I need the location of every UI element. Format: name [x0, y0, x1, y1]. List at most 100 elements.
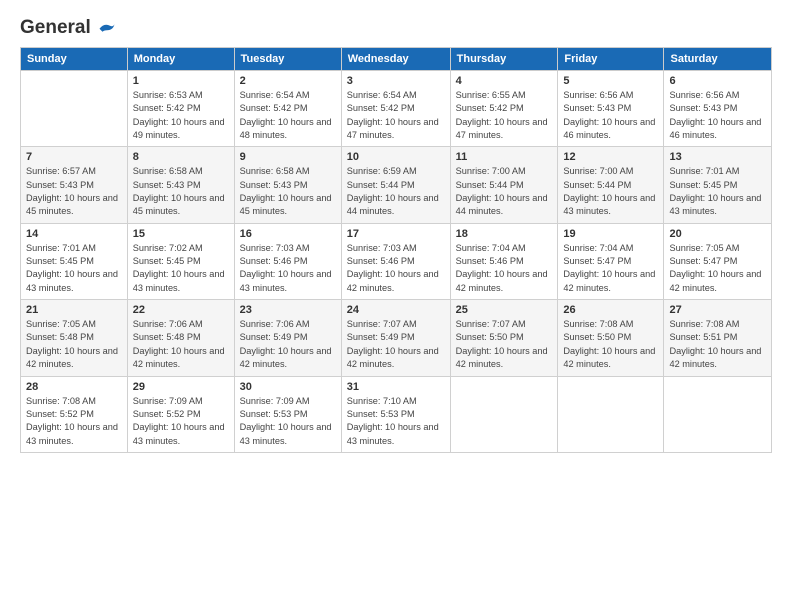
calendar-cell — [450, 376, 558, 452]
day-number: 9 — [240, 151, 336, 163]
day-number: 30 — [240, 381, 336, 393]
day-number: 13 — [669, 151, 766, 163]
calendar-cell: 21 Sunrise: 7:05 AM Sunset: 5:48 PM Dayli… — [21, 300, 128, 376]
calendar-cell: 24Sunrise: 7:07 AM Sunset: 5:49 PM Dayli… — [341, 300, 450, 376]
day-info: Sunrise: 7:09 AM Sunset: 5:52 PM Dayligh… — [133, 395, 229, 448]
calendar-cell — [664, 376, 772, 452]
day-number: 7 — [26, 151, 122, 163]
logo-bird-icon — [98, 19, 116, 37]
calendar-cell: 12 Sunrise: 7:00 AM Sunset: 5:44 PM Dayli… — [558, 147, 664, 223]
calendar-week-4: 21 Sunrise: 7:05 AM Sunset: 5:48 PM Dayli… — [21, 300, 772, 376]
day-number: 15 — [133, 228, 229, 240]
day-info: Sunrise: 7:08 AM Sunset: 5:51 PM Dayligh… — [669, 318, 766, 371]
page: General SundayMondayTuesdayWednesdayThur… — [0, 0, 792, 612]
day-info: Sunrise: 7:06 AM Sunset: 5:48 PM Dayligh… — [133, 318, 229, 371]
calendar-cell: 17 Sunrise: 7:03 AM Sunset: 5:46 PM Dayli… — [341, 223, 450, 299]
day-info: Sunrise: 6:56 AM Sunset: 5:43 PM Dayligh… — [563, 89, 658, 142]
calendar-cell: 1 Sunrise: 6:53 AM Sunset: 5:42 PM Daylig… — [127, 71, 234, 147]
calendar-cell: 15 Sunrise: 7:02 AM Sunset: 5:45 PM Dayli… — [127, 223, 234, 299]
day-number: 26 — [563, 304, 658, 316]
day-info: Sunrise: 7:06 AM Sunset: 5:49 PM Dayligh… — [240, 318, 336, 371]
day-number: 16 — [240, 228, 336, 240]
day-info: Sunrise: 7:03 AM Sunset: 5:46 PM Dayligh… — [347, 242, 445, 295]
day-number: 20 — [669, 228, 766, 240]
logo-line1: General — [20, 18, 116, 37]
day-number: 23 — [240, 304, 336, 316]
day-info: Sunrise: 7:04 AM Sunset: 5:47 PM Dayligh… — [563, 242, 658, 295]
day-info: Sunrise: 6:54 AM Sunset: 5:42 PM Dayligh… — [347, 89, 445, 142]
day-number: 22 — [133, 304, 229, 316]
day-info: Sunrise: 7:00 AM Sunset: 5:44 PM Dayligh… — [563, 165, 658, 218]
day-number: 25 — [456, 304, 553, 316]
day-info: Sunrise: 6:53 AM Sunset: 5:42 PM Dayligh… — [133, 89, 229, 142]
day-info: Sunrise: 6:57 AM Sunset: 5:43 PM Dayligh… — [26, 165, 122, 218]
calendar-cell — [558, 376, 664, 452]
day-number: 6 — [669, 75, 766, 87]
calendar-cell: 11Sunrise: 7:00 AM Sunset: 5:44 PM Dayli… — [450, 147, 558, 223]
day-info: Sunrise: 6:56 AM Sunset: 5:43 PM Dayligh… — [669, 89, 766, 142]
calendar-cell: 31 Sunrise: 7:10 AM Sunset: 5:53 PM Dayli… — [341, 376, 450, 452]
calendar-cell: 4 Sunrise: 6:55 AM Sunset: 5:42 PM Daylig… — [450, 71, 558, 147]
day-info: Sunrise: 7:05 AM Sunset: 5:48 PM Dayligh… — [26, 318, 122, 371]
day-info: Sunrise: 7:08 AM Sunset: 5:50 PM Dayligh… — [563, 318, 658, 371]
calendar-table: SundayMondayTuesdayWednesdayThursdayFrid… — [20, 47, 772, 453]
day-info: Sunrise: 7:09 AM Sunset: 5:53 PM Dayligh… — [240, 395, 336, 448]
day-info: Sunrise: 7:03 AM Sunset: 5:46 PM Dayligh… — [240, 242, 336, 295]
calendar-week-3: 14 Sunrise: 7:01 AM Sunset: 5:45 PM Dayli… — [21, 223, 772, 299]
day-info: Sunrise: 7:07 AM Sunset: 5:49 PM Dayligh… — [347, 318, 445, 371]
day-info: Sunrise: 6:58 AM Sunset: 5:43 PM Dayligh… — [133, 165, 229, 218]
column-header-saturday: Saturday — [664, 48, 772, 71]
column-header-thursday: Thursday — [450, 48, 558, 71]
calendar-cell: 9Sunrise: 6:58 AM Sunset: 5:43 PM Daylig… — [234, 147, 341, 223]
day-number: 19 — [563, 228, 658, 240]
calendar-cell: 16 Sunrise: 7:03 AM Sunset: 5:46 PM Dayli… — [234, 223, 341, 299]
calendar-cell: 5 Sunrise: 6:56 AM Sunset: 5:43 PM Daylig… — [558, 71, 664, 147]
day-info: Sunrise: 7:00 AM Sunset: 5:44 PM Dayligh… — [456, 165, 553, 218]
day-info: Sunrise: 7:10 AM Sunset: 5:53 PM Dayligh… — [347, 395, 445, 448]
calendar-cell: 27 Sunrise: 7:08 AM Sunset: 5:51 PM Dayli… — [664, 300, 772, 376]
day-number: 4 — [456, 75, 553, 87]
day-number: 8 — [133, 151, 229, 163]
calendar-cell: 2 Sunrise: 6:54 AM Sunset: 5:42 PM Daylig… — [234, 71, 341, 147]
calendar-cell: 18 Sunrise: 7:04 AM Sunset: 5:46 PM Dayli… — [450, 223, 558, 299]
day-info: Sunrise: 7:08 AM Sunset: 5:52 PM Dayligh… — [26, 395, 122, 448]
calendar-week-2: 7 Sunrise: 6:57 AM Sunset: 5:43 PM Daylig… — [21, 147, 772, 223]
day-number: 21 — [26, 304, 122, 316]
calendar-cell: 10Sunrise: 6:59 AM Sunset: 5:44 PM Dayli… — [341, 147, 450, 223]
day-number: 5 — [563, 75, 658, 87]
day-number: 2 — [240, 75, 336, 87]
day-number: 14 — [26, 228, 122, 240]
day-info: Sunrise: 7:05 AM Sunset: 5:47 PM Dayligh… — [669, 242, 766, 295]
day-info: Sunrise: 6:54 AM Sunset: 5:42 PM Dayligh… — [240, 89, 336, 142]
day-number: 31 — [347, 381, 445, 393]
day-info: Sunrise: 7:02 AM Sunset: 5:45 PM Dayligh… — [133, 242, 229, 295]
calendar-week-5: 28Sunrise: 7:08 AM Sunset: 5:52 PM Dayli… — [21, 376, 772, 452]
column-header-sunday: Sunday — [21, 48, 128, 71]
calendar-cell: 3 Sunrise: 6:54 AM Sunset: 5:42 PM Daylig… — [341, 71, 450, 147]
calendar-cell: 23 Sunrise: 7:06 AM Sunset: 5:49 PM Dayli… — [234, 300, 341, 376]
day-info: Sunrise: 6:59 AM Sunset: 5:44 PM Dayligh… — [347, 165, 445, 218]
day-info: Sunrise: 7:07 AM Sunset: 5:50 PM Dayligh… — [456, 318, 553, 371]
calendar-header-row: SundayMondayTuesdayWednesdayThursdayFrid… — [21, 48, 772, 71]
day-number: 1 — [133, 75, 229, 87]
calendar-cell: 26 Sunrise: 7:08 AM Sunset: 5:50 PM Dayli… — [558, 300, 664, 376]
day-info: Sunrise: 7:04 AM Sunset: 5:46 PM Dayligh… — [456, 242, 553, 295]
day-number: 27 — [669, 304, 766, 316]
calendar-cell: 29 Sunrise: 7:09 AM Sunset: 5:52 PM Dayli… — [127, 376, 234, 452]
calendar-cell: 25 Sunrise: 7:07 AM Sunset: 5:50 PM Dayli… — [450, 300, 558, 376]
day-info: Sunrise: 6:55 AM Sunset: 5:42 PM Dayligh… — [456, 89, 553, 142]
calendar-cell: 28Sunrise: 7:08 AM Sunset: 5:52 PM Dayli… — [21, 376, 128, 452]
column-header-friday: Friday — [558, 48, 664, 71]
calendar-cell: 14 Sunrise: 7:01 AM Sunset: 5:45 PM Dayli… — [21, 223, 128, 299]
day-number: 3 — [347, 75, 445, 87]
day-number: 18 — [456, 228, 553, 240]
header: General — [20, 18, 772, 37]
day-info: Sunrise: 7:01 AM Sunset: 5:45 PM Dayligh… — [26, 242, 122, 295]
day-number: 12 — [563, 151, 658, 163]
day-number: 17 — [347, 228, 445, 240]
day-info: Sunrise: 7:01 AM Sunset: 5:45 PM Dayligh… — [669, 165, 766, 218]
column-header-monday: Monday — [127, 48, 234, 71]
column-header-wednesday: Wednesday — [341, 48, 450, 71]
day-number: 29 — [133, 381, 229, 393]
calendar-cell: 8 Sunrise: 6:58 AM Sunset: 5:43 PM Daylig… — [127, 147, 234, 223]
